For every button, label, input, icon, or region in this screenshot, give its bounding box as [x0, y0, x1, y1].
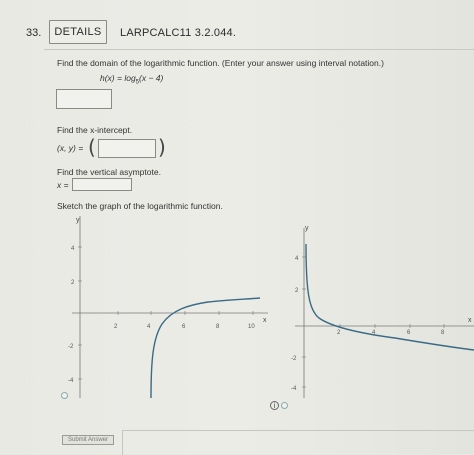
- x-axis-label: x: [468, 317, 472, 324]
- x-tick-label: 8: [216, 324, 220, 330]
- right-paren: ): [158, 135, 166, 159]
- info-icon[interactable]: i: [270, 401, 279, 410]
- y-tick-label: 4: [71, 246, 75, 252]
- x-equals-label: x =: [57, 180, 69, 190]
- question-panel: 33. DETAILS LARPCALC11 3.2.044. Find the…: [0, 0, 474, 455]
- details-button[interactable]: DETAILS: [49, 20, 107, 44]
- function-argument: (x − 4): [139, 73, 164, 83]
- submit-answer-button[interactable]: Submit Answer: [62, 435, 114, 445]
- x-tick-label: 2: [114, 324, 118, 330]
- x-intercept-label: Find the x-intercept.: [57, 125, 133, 135]
- function-prefix: h(x) = log: [100, 73, 136, 83]
- vertical-asymptote-input[interactable]: [72, 178, 132, 191]
- y-tick-label: -2: [291, 356, 297, 362]
- vertical-asymptote-label: Find the vertical asymptote.: [57, 167, 161, 177]
- x-tick-label: 6: [182, 324, 186, 330]
- graph-option-2[interactable]: y x 2 4 6 8 4 2 -2 -4: [285, 222, 474, 402]
- y-tick-label: 2: [71, 280, 75, 286]
- y-tick-label: 4: [295, 256, 299, 262]
- domain-instruction: Find the domain of the logarithmic funct…: [57, 58, 384, 68]
- y-axis-label: y: [305, 225, 309, 232]
- y-tick-label: -4: [291, 386, 297, 392]
- x-tick-label: 4: [147, 324, 151, 330]
- x-tick-label: 2: [337, 330, 341, 336]
- graph-option-1[interactable]: y x 2 4 6 8 10 4 2 -2 -4: [58, 210, 278, 402]
- x-tick-label: 10: [248, 324, 255, 330]
- y-axis-label: y: [76, 217, 80, 224]
- question-number: 33.: [26, 27, 42, 39]
- question-code: LARPCALC11 3.2.044.: [120, 27, 237, 39]
- log-curve-right: [305, 243, 474, 351]
- x-tick-label: 8: [441, 330, 445, 336]
- left-paren: (: [88, 135, 96, 159]
- graph-option-1-radio[interactable]: [61, 392, 68, 399]
- x-axis-label: x: [263, 317, 267, 324]
- function-expression: h(x) = log5(x − 4): [100, 73, 163, 86]
- x-tick-label: 6: [407, 330, 411, 336]
- domain-answer-input[interactable]: [56, 89, 112, 109]
- y-tick-label: -4: [68, 378, 74, 384]
- footer-box: [122, 430, 474, 455]
- graph-option-2-radio[interactable]: [281, 402, 288, 409]
- x-intercept-input[interactable]: [98, 139, 156, 158]
- y-tick-label: -2: [68, 344, 74, 350]
- divider: [44, 49, 474, 50]
- y-tick-label: 2: [295, 288, 299, 294]
- xy-coordinate-label: (x, y) =: [57, 143, 84, 153]
